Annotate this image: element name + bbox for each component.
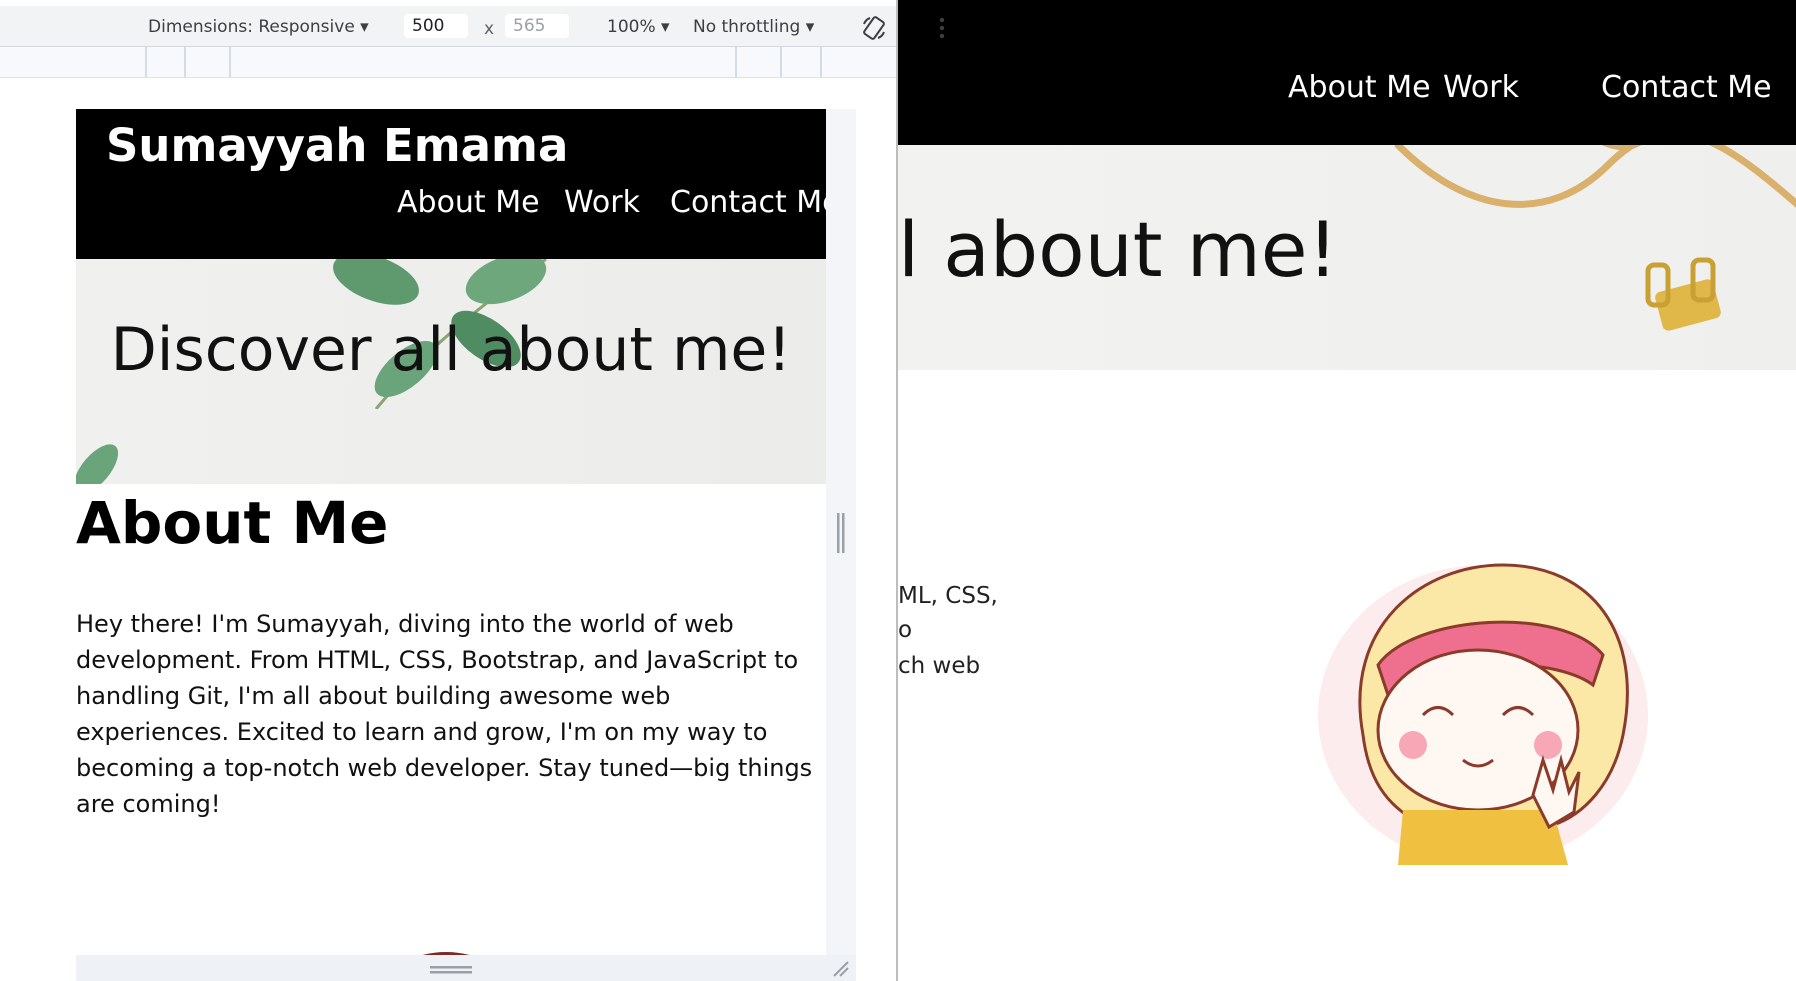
ruler-tick xyxy=(184,47,186,77)
width-input[interactable]: 500 xyxy=(404,14,468,38)
nav-work[interactable]: Work xyxy=(564,185,640,220)
resize-handle-right[interactable] xyxy=(836,513,846,553)
bg-paragraph-line: ML, CSS, xyxy=(898,583,998,609)
times-sign: x xyxy=(484,19,495,39)
hero-title: Discover all about me! xyxy=(110,315,792,385)
site-navbar: Sumayyah Emama About Me Work Contact Me xyxy=(76,109,826,259)
leaf-corner-decoration xyxy=(76,444,119,484)
ruler-tick xyxy=(820,47,822,77)
device-emulation-pane: Dimensions: Responsive ▾ 500 x 565 100% … xyxy=(0,0,945,981)
about-paragraph: Hey there! I'm Sumayyah, diving into the… xyxy=(76,610,813,818)
zoom-label: 100% xyxy=(607,17,656,37)
rope-decoration xyxy=(1394,145,1796,208)
resize-corner-icon[interactable] xyxy=(830,958,850,978)
ruler-tick xyxy=(145,47,147,77)
device-toolbar: Dimensions: Responsive ▾ 500 x 565 100% … xyxy=(0,6,945,47)
dimensions-dropdown[interactable]: Dimensions: Responsive ▾ xyxy=(148,17,369,37)
throttling-label: No throttling xyxy=(693,17,801,37)
throttling-dropdown[interactable]: No throttling ▾ xyxy=(693,17,814,37)
profile-avatar xyxy=(1318,563,1648,865)
zoom-dropdown[interactable]: 100% ▾ xyxy=(607,17,670,37)
bg-nav-contact[interactable]: Contact Me xyxy=(1601,70,1772,105)
bg-nav-work[interactable]: Work xyxy=(1443,70,1519,105)
bg-navbar: About Me Work Contact Me xyxy=(898,0,1796,145)
dimensions-label: Dimensions: Responsive xyxy=(148,17,355,37)
resize-handle-bottom[interactable] xyxy=(430,966,472,974)
nav-about-me[interactable]: About Me xyxy=(397,185,540,220)
emulated-viewport: Sumayyah Emama About Me Work Contact Me … xyxy=(76,109,826,981)
nav-contact-me[interactable]: Contact Me xyxy=(670,185,826,220)
rotate-icon[interactable] xyxy=(860,14,888,42)
bg-paragraph-line: ch web xyxy=(898,653,981,679)
more-vert-icon[interactable] xyxy=(936,16,948,40)
bg-paragraph-line: o xyxy=(898,617,913,643)
ruler-tick xyxy=(229,47,231,77)
bg-hero-title: l about me! xyxy=(898,205,1338,294)
about-heading: About Me xyxy=(76,489,389,557)
site-brand[interactable]: Sumayyah Emama xyxy=(106,119,568,172)
bg-hero-banner: l about me! xyxy=(898,145,1796,370)
hero-banner: Discover all about me! xyxy=(76,259,826,484)
ruler-tick xyxy=(735,47,737,77)
ruler-tick xyxy=(780,47,782,77)
bg-nav-about[interactable]: About Me xyxy=(1288,70,1431,105)
background-page: About Me Work Contact Me l about me! ML,… xyxy=(898,0,1796,981)
media-query-ruler[interactable] xyxy=(0,47,896,78)
height-input[interactable]: 565 xyxy=(505,14,569,38)
binder-clip-decoration xyxy=(1645,257,1721,331)
